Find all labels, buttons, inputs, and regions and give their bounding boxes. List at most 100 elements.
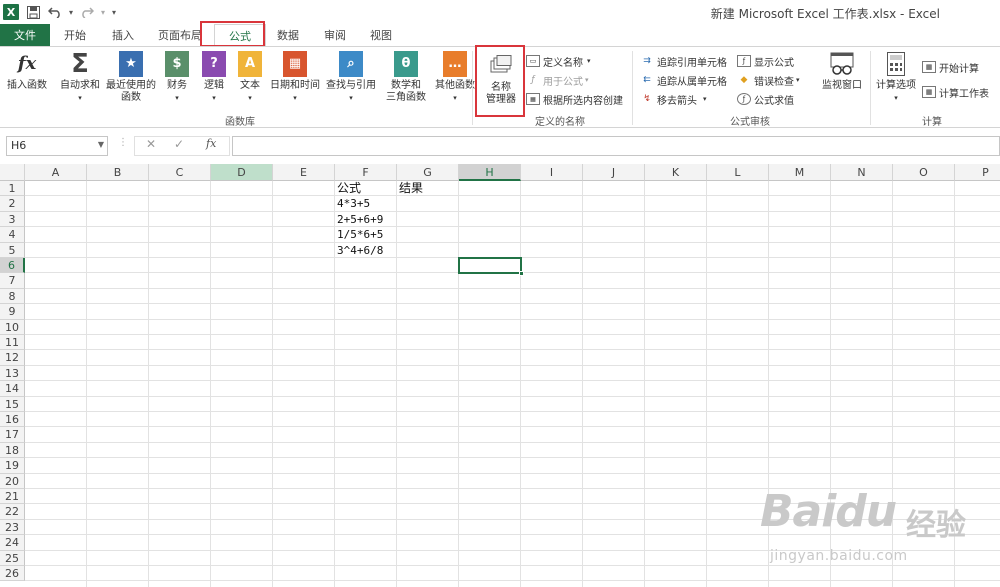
column-header-n[interactable]: N xyxy=(831,164,893,181)
row-header-26[interactable]: 26 xyxy=(0,566,25,582)
row-header-8[interactable]: 8 xyxy=(0,288,25,305)
row-gridline xyxy=(25,395,1000,397)
column-header-m[interactable]: M xyxy=(769,164,831,181)
autosum-button[interactable]: Σ 自动求和 ▾ xyxy=(58,51,102,104)
calculate-now-button[interactable]: ▦ 开始计算 xyxy=(922,58,979,76)
row-gridline xyxy=(25,472,1000,474)
tab-review[interactable]: 审阅 xyxy=(310,24,360,46)
lookup-button[interactable]: ⌕ 查找与引用 ▾ xyxy=(324,51,378,104)
column-header-o[interactable]: O xyxy=(893,164,955,181)
calculation-options-button[interactable]: 计算选项 ▾ xyxy=(874,51,918,104)
insert-function-button[interactable]: fx 插入函数 xyxy=(4,51,50,92)
insert-function-icon[interactable]: fx xyxy=(206,137,216,150)
row-header-18[interactable]: 18 xyxy=(0,442,25,459)
tab-insert[interactable]: 插入 xyxy=(100,24,146,46)
row-header-5[interactable]: 5 xyxy=(0,242,25,258)
row-header-16[interactable]: 16 xyxy=(0,412,25,428)
cell-g1[interactable]: 结果 xyxy=(397,181,423,196)
column-header-l[interactable]: L xyxy=(707,164,769,181)
evaluate-formula-button[interactable]: ƒ 公式求值 xyxy=(737,90,794,108)
error-checking-icon: ◆ xyxy=(740,75,748,85)
row-header-25[interactable]: 25 xyxy=(0,550,25,566)
column-header-p[interactable]: P xyxy=(955,164,1000,181)
row-header-14[interactable]: 14 xyxy=(0,381,25,397)
name-box[interactable]: H6 ▼ xyxy=(6,136,108,156)
row-header-12[interactable]: 12 xyxy=(0,350,25,366)
column-header-e[interactable]: E xyxy=(273,164,335,181)
name-box-dropdown-icon[interactable]: ▼ xyxy=(98,140,104,149)
cell-f3[interactable]: 2+5+6+9 xyxy=(335,212,383,227)
row-header-13[interactable]: 13 xyxy=(0,365,25,382)
financial-label: 财务 xyxy=(167,80,187,91)
datetime-dropdown-icon: ▾ xyxy=(293,94,297,102)
formula-input[interactable] xyxy=(232,136,1000,156)
tab-data[interactable]: 数据 xyxy=(266,24,310,46)
cell-f4[interactable]: 1/5*6+5 xyxy=(335,227,383,242)
column-header-j[interactable]: J xyxy=(583,164,645,181)
calculation-options-label: 计算选项 xyxy=(876,80,916,91)
column-header-c[interactable]: C xyxy=(149,164,211,181)
error-checking-button[interactable]: ◆ 错误检查 ▾ xyxy=(737,71,800,89)
column-header-g[interactable]: G xyxy=(397,164,459,181)
cell-f1[interactable]: 公式 xyxy=(335,181,361,196)
calculation-options-dropdown-icon: ▾ xyxy=(894,94,898,102)
row-header-2[interactable]: 2 xyxy=(0,196,25,212)
datetime-button[interactable]: ▦ 日期和时间 ▾ xyxy=(268,51,322,104)
row-header-10[interactable]: 10 xyxy=(0,319,25,335)
calculate-sheet-button[interactable]: ▦ 计算工作表 xyxy=(922,83,989,101)
column-header-d[interactable]: D xyxy=(211,164,273,181)
financial-button[interactable]: $ 财务 ▾ xyxy=(162,51,192,104)
show-formulas-label: 显示公式 xyxy=(754,57,794,69)
row-header-4[interactable]: 4 xyxy=(0,227,25,243)
row-header-22[interactable]: 22 xyxy=(0,504,25,520)
define-name-icon: ▭ xyxy=(526,55,540,67)
row-header-1[interactable]: 1 xyxy=(0,181,25,197)
row-header-23[interactable]: 23 xyxy=(0,519,25,536)
column-header-a[interactable]: A xyxy=(25,164,87,181)
tab-file[interactable]: 文件 xyxy=(0,24,50,46)
logical-button[interactable]: ? 逻辑 ▾ xyxy=(199,51,229,104)
trace-dependents-button[interactable]: ⇇ 追踪从属单元格 xyxy=(640,71,727,89)
select-all-corner[interactable] xyxy=(0,164,25,181)
cancel-icon[interactable]: ✕ xyxy=(146,137,156,151)
text-functions-button[interactable]: A 文本 ▾ xyxy=(235,51,265,104)
column-header-f[interactable]: F xyxy=(335,164,397,181)
column-header-h[interactable]: H xyxy=(459,164,521,181)
row-header-19[interactable]: 19 xyxy=(0,458,25,474)
watermark-cn: 经验 xyxy=(906,508,966,543)
column-header-b[interactable]: B xyxy=(87,164,149,181)
row-header-21[interactable]: 21 xyxy=(0,489,25,505)
row-header-15[interactable]: 15 xyxy=(0,396,25,412)
cell-f2[interactable]: 4*3+5 xyxy=(335,196,370,211)
enter-icon[interactable]: ✓ xyxy=(174,137,184,151)
row-header-17[interactable]: 17 xyxy=(0,427,25,443)
use-in-formula-button[interactable]: ƒ 用于公式 ▾ xyxy=(526,71,588,89)
watch-window-button[interactable]: 监视窗口 xyxy=(818,51,866,92)
row-header-24[interactable]: 24 xyxy=(0,535,25,551)
create-from-selection-button[interactable]: ▦ 根据所选内容创建 xyxy=(526,90,623,108)
column-header-i[interactable]: I xyxy=(521,164,583,181)
remove-arrows-icon: ↯ xyxy=(643,94,651,104)
row-header-9[interactable]: 9 xyxy=(0,304,25,320)
row-header-11[interactable]: 11 xyxy=(0,335,25,351)
remove-arrows-button[interactable]: ↯ 移去箭头 ▾ xyxy=(640,90,706,108)
show-formulas-button[interactable]: ƒ 显示公式 xyxy=(737,52,794,70)
fill-handle[interactable] xyxy=(519,271,524,277)
active-cell-selection[interactable] xyxy=(458,257,524,277)
trace-precedents-button[interactable]: ⇉ 追踪引用单元格 xyxy=(640,52,727,70)
datetime-label: 日期和时间 xyxy=(270,80,320,91)
calculate-sheet-icon: ▦ xyxy=(922,86,936,98)
row-header-6[interactable]: 6 xyxy=(0,258,25,274)
row-gridline xyxy=(25,210,1000,212)
row-header-7[interactable]: 7 xyxy=(0,273,25,289)
row-header-20[interactable]: 20 xyxy=(0,473,25,489)
column-header-k[interactable]: K xyxy=(645,164,707,181)
watermark-brand: Baidu xyxy=(760,486,897,537)
recent-functions-button[interactable]: ★ 最近使用的 函数 xyxy=(104,51,158,104)
cell-f5[interactable]: 3^4+6/8 xyxy=(335,243,383,258)
tab-view[interactable]: 视图 xyxy=(360,24,402,46)
math-trig-button[interactable]: θ 数学和 三角函数 xyxy=(380,51,432,104)
define-name-button[interactable]: ▭ 定义名称 ▾ xyxy=(526,52,591,70)
row-header-3[interactable]: 3 xyxy=(0,211,25,228)
tab-home[interactable]: 开始 xyxy=(50,24,100,46)
